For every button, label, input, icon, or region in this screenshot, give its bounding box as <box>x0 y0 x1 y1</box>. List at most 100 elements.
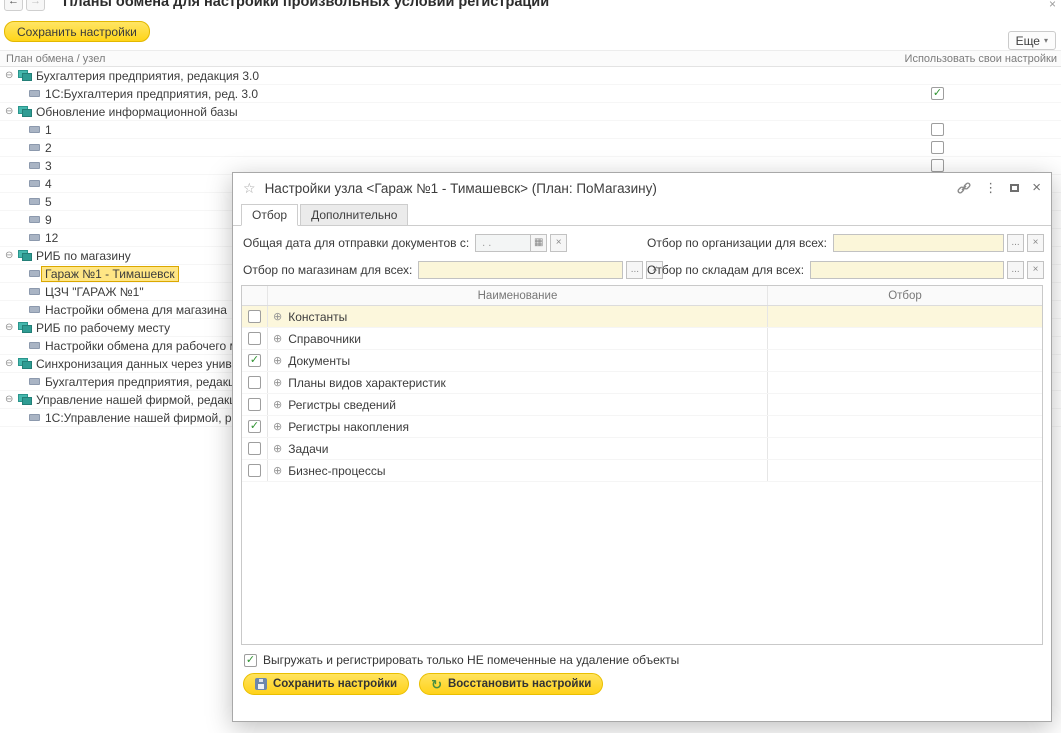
metadata-row[interactable]: ⊕ Планы видов характеристик <box>242 372 1042 394</box>
tree-row-label: Настройки обмена для магазина <box>45 303 227 317</box>
shop-filter-input[interactable] <box>418 261 623 279</box>
metadata-table-body: ⊕ Константы ⊕ Справочники ✓ ⊕ Докум <box>242 306 1042 482</box>
filter-cell[interactable] <box>768 438 1042 459</box>
filter-cell[interactable] <box>768 328 1042 349</box>
filter-cell[interactable] <box>768 416 1042 437</box>
link-icon[interactable] <box>957 181 971 195</box>
expand-icon[interactable]: ⊕ <box>273 420 282 433</box>
warehouse-filter-label: Отбор по складам для всех: <box>647 263 804 277</box>
org-choose-button[interactable]: ... <box>1007 234 1024 252</box>
expand-icon[interactable]: ⊕ <box>273 376 282 389</box>
page-title: Планы обмена для настройки произвольных … <box>63 0 549 10</box>
filter-cell[interactable] <box>768 394 1042 415</box>
filter-cell[interactable] <box>768 350 1042 371</box>
filter-cell[interactable] <box>768 372 1042 393</box>
back-button[interactable]: ← <box>4 0 23 11</box>
date-input[interactable]: . . <box>475 234 531 252</box>
expand-icon[interactable]: ⊕ <box>273 310 282 323</box>
row-checkbox[interactable] <box>248 464 261 477</box>
row-checkbox[interactable]: ✓ <box>248 420 261 433</box>
column-header-plan: План обмена / узел <box>6 53 105 65</box>
close-icon[interactable]: × <box>1032 181 1041 195</box>
expand-icon[interactable]: ⊕ <box>273 442 282 455</box>
warehouse-choose-button[interactable]: ... <box>1007 261 1024 279</box>
org-clear-button[interactable]: × <box>1027 234 1044 252</box>
node-icon <box>29 414 40 421</box>
calendar-icon[interactable]: ▦ <box>530 234 547 252</box>
exchange-plan-icon <box>18 394 32 405</box>
clear-date-button[interactable]: × <box>550 234 567 252</box>
org-filter-input[interactable] <box>833 234 1004 252</box>
tree-row-label: Обновление информационной базы <box>36 105 238 119</box>
metadata-row[interactable]: ⊕ Регистры сведений <box>242 394 1042 416</box>
row-checkbox[interactable] <box>248 398 261 411</box>
more-label: Еще <box>1016 34 1040 48</box>
close-icon[interactable]: × <box>1049 0 1056 11</box>
tree-row-label: Гараж №1 - Тимашевск <box>41 266 179 282</box>
node-icon <box>29 144 40 151</box>
tree-row-label: 1 <box>45 123 52 137</box>
restore-window-icon[interactable] <box>1010 184 1019 192</box>
expand-icon[interactable]: ⊕ <box>273 464 282 477</box>
name-column-header: Наименование <box>268 286 768 305</box>
use-settings-checkbox[interactable] <box>931 141 944 154</box>
collapse-icon[interactable]: ⊖ <box>5 250 18 261</box>
metadata-row[interactable]: ⊕ Задачи <box>242 438 1042 460</box>
dialog-title: Настройки узла <Гараж №1 - Тимашевск> (П… <box>265 181 657 196</box>
collapse-icon[interactable]: ⊖ <box>5 358 18 369</box>
more-button[interactable]: Еще ▾ <box>1008 31 1056 50</box>
node-icon <box>29 126 40 133</box>
use-settings-checkbox[interactable] <box>931 159 944 172</box>
tree-row[interactable]: ⊖ Бухгалтерия предприятия, редакция 3.0 <box>0 67 1061 85</box>
row-checkbox[interactable] <box>248 332 261 345</box>
metadata-row[interactable]: ✓ ⊕ Регистры накопления <box>242 416 1042 438</box>
tree-header: План обмена / узел Использовать свои нас… <box>0 50 1061 67</box>
expand-icon[interactable]: ⊕ <box>273 332 282 345</box>
footer-checkbox-row: ✓ Выгружать и регистрировать только НЕ п… <box>244 653 679 667</box>
row-checkbox[interactable] <box>248 442 261 455</box>
filter-cell[interactable] <box>768 460 1042 481</box>
metadata-label: Бизнес-процессы <box>288 464 385 478</box>
metadata-row[interactable]: ✓ ⊕ Документы <box>242 350 1042 372</box>
metadata-row[interactable]: ⊕ Бизнес-процессы <box>242 460 1042 482</box>
expand-icon[interactable]: ⊕ <box>273 354 282 367</box>
row-checkbox[interactable] <box>248 310 261 323</box>
row-checkbox[interactable] <box>248 376 261 389</box>
shop-choose-button[interactable]: ... <box>626 261 643 279</box>
favorite-star-icon[interactable]: ☆ <box>243 180 256 197</box>
collapse-icon[interactable]: ⊖ <box>5 394 18 405</box>
warehouse-clear-button[interactable]: × <box>1027 261 1044 279</box>
row-checkbox[interactable]: ✓ <box>248 354 261 367</box>
use-settings-checkbox[interactable] <box>931 123 944 136</box>
warehouse-filter-input[interactable] <box>810 261 1004 279</box>
node-icon <box>29 216 40 223</box>
shop-filter-row: Отбор по магазинам для всех: ... × <box>243 260 663 279</box>
tree-row[interactable]: ⊖ 2 <box>0 139 1061 157</box>
forward-button[interactable]: → <box>26 0 45 11</box>
metadata-label: Регистры сведений <box>288 398 396 412</box>
collapse-icon[interactable]: ⊖ <box>5 322 18 333</box>
more-menu-icon[interactable]: ⋮ <box>984 180 997 196</box>
use-settings-checkbox[interactable]: ✓ <box>931 87 944 100</box>
expand-icon[interactable]: ⊕ <box>273 398 282 411</box>
date-field-label: Общая дата для отправки документов с: <box>243 236 469 250</box>
node-settings-dialog: ☆ Настройки узла <Гараж №1 - Тимашевск> … <box>232 172 1052 722</box>
tree-row[interactable]: ⊖ Обновление информационной базы <box>0 103 1061 121</box>
metadata-row[interactable]: ⊕ Справочники <box>242 328 1042 350</box>
tree-row[interactable]: ⊖ 1С:Бухгалтерия предприятия, ред. 3.0 ✓ <box>0 85 1061 103</box>
tree-row[interactable]: ⊖ 1 <box>0 121 1061 139</box>
exchange-plan-icon <box>18 70 32 81</box>
collapse-icon[interactable]: ⊖ <box>5 106 18 117</box>
save-settings-button[interactable]: Сохранить настройки <box>4 21 150 42</box>
filter-cell[interactable] <box>768 306 1042 327</box>
node-icon <box>29 378 40 385</box>
metadata-row[interactable]: ⊕ Константы <box>242 306 1042 328</box>
dialog-save-settings-button[interactable]: Сохранить настройки <box>243 673 409 695</box>
tab[interactable]: Дополнительно <box>300 204 408 226</box>
restore-settings-button[interactable]: ↻ Восстановить настройки <box>419 673 603 695</box>
tab[interactable]: Отбор <box>241 204 298 226</box>
collapse-icon[interactable]: ⊖ <box>5 70 18 81</box>
org-filter-row: Отбор по организации для всех: ... × <box>647 233 1044 252</box>
tree-row-label: Настройки обмена для рабочего места <box>45 339 263 353</box>
footer-checkbox[interactable]: ✓ <box>244 654 257 667</box>
